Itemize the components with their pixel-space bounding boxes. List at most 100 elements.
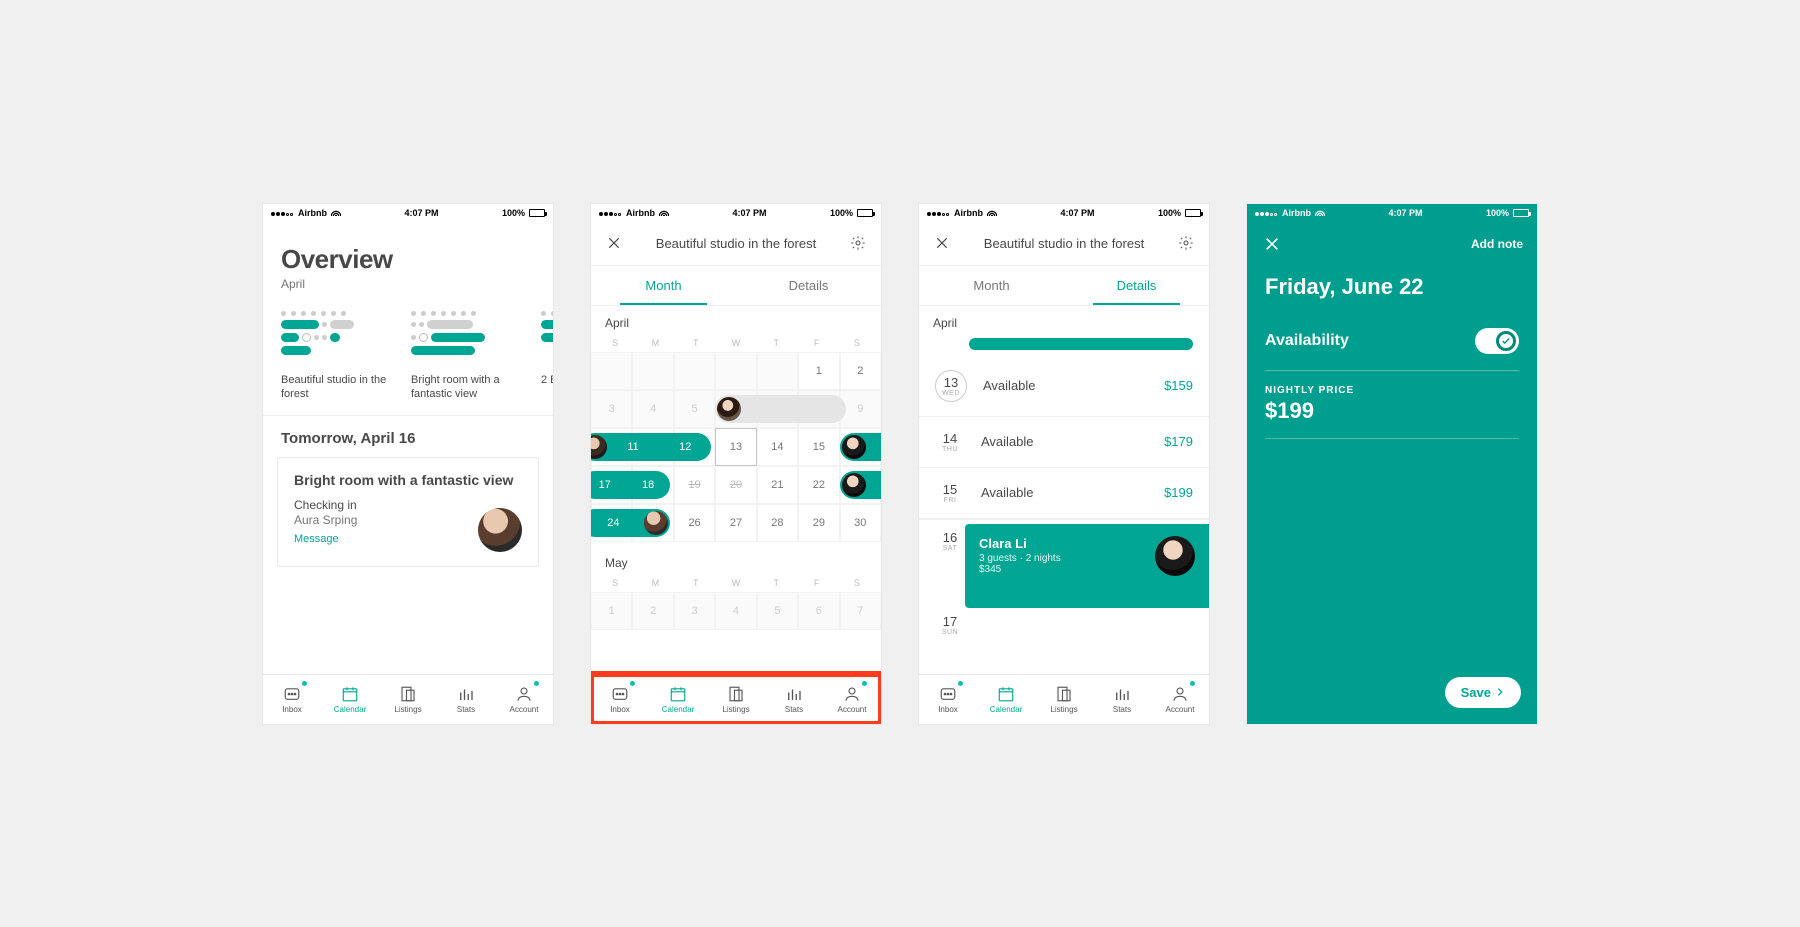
booking-pill[interactable]: 24 [591,509,670,537]
tab-details[interactable]: Details [736,266,881,305]
calendar-day[interactable] [591,352,632,390]
listings-overview-scroller[interactable]: Beautiful studio in the forest Bright ro… [263,295,553,402]
wifi-icon [1315,208,1325,218]
calendar-day[interactable]: 1 [798,352,839,390]
tab-inbox[interactable]: Inbox [919,675,977,724]
tab-listings[interactable]: Listings [1035,675,1093,724]
tab-listings[interactable]: Listings [707,675,765,724]
tab-month[interactable]: Month [591,266,736,305]
title-bar: Beautiful studio in the forest [919,222,1209,266]
listing-title: Beautiful studio in the forest [953,236,1175,251]
tab-details[interactable]: Details [1064,266,1209,305]
listing-name: 2 B co [541,373,553,387]
calendar-day[interactable]: 21 [757,466,798,504]
calendar-day[interactable]: 2 [840,352,881,390]
wifi-icon [987,208,997,218]
calendar-day[interactable] [715,352,756,390]
card-status: Checking in [294,498,522,512]
booking-pill[interactable] [840,471,881,499]
calendar-day[interactable]: 26 [674,504,715,542]
availability-label: Availability [1265,332,1349,350]
calendar-day[interactable]: 27 [715,504,756,542]
tab-stats[interactable]: Stats [437,675,495,724]
calendar-day[interactable]: 20 [715,466,756,504]
calendar-day[interactable] [632,352,673,390]
calendar-day[interactable]: 29 [798,504,839,542]
booking-pill[interactable] [840,433,881,461]
date-heading: Tomorrow, April 16 [263,416,553,457]
tab-stats[interactable]: Stats [765,675,823,724]
prior-booking-strip[interactable] [969,338,1193,350]
tab-calendar[interactable]: Calendar [321,675,379,724]
calendar-day[interactable]: 19 [674,466,715,504]
screen-calendar-month: Airbnb 4:07 PM 100% Beautiful studio in … [591,204,881,724]
view-tabs: Month Details [919,266,1209,306]
listing-name: Bright room with a fantastic view [411,373,519,402]
tab-listings[interactable]: Listings [379,675,437,724]
availability-row[interactable]: 15FRIAvailable$199 [919,468,1209,519]
tab-inbox[interactable]: Inbox [263,675,321,724]
calendar-day[interactable]: 15 [798,428,839,466]
card-listing-name: Bright room with a fantastic view [294,472,522,488]
battery-icon [529,209,545,217]
tab-bar: InboxCalendarListingsStatsAccount [263,674,553,724]
calendar-day[interactable]: 14 [757,428,798,466]
gear-icon[interactable] [847,232,869,254]
page-title: Overview [281,244,535,275]
calendar-day[interactable]: 5 [674,390,715,428]
calendar-day[interactable]: 22 [798,466,839,504]
status-bar: Airbnb 4:07 PM 100% [263,204,553,222]
tab-account[interactable]: Account [1151,675,1209,724]
listing-overview-card[interactable]: Bright room with a fantastic view [411,311,519,402]
close-icon[interactable] [603,232,625,254]
tab-month[interactable]: Month [919,266,1064,305]
close-icon[interactable] [931,232,953,254]
tab-calendar[interactable]: Calendar [649,675,707,724]
calendar-day[interactable]: 9 [840,390,881,428]
reservation-card[interactable]: Bright room with a fantastic view Checki… [277,457,539,567]
calendar-day[interactable]: 3 [591,390,632,428]
listing-name: Beautiful studio in the forest [281,373,389,402]
guest-avatar[interactable] [1155,536,1195,576]
availability-row[interactable]: 13WEDAvailable$159 [919,356,1209,417]
calendar-day[interactable] [674,352,715,390]
battery-pct: 100% [502,208,525,218]
price-section-label: NIGHTLY PRICE [1247,371,1537,398]
booking-pill[interactable]: 1112 [591,433,711,461]
status-bar: Airbnb 4:07 PM 100% [591,204,881,222]
add-note-button[interactable]: Add note [1471,237,1523,251]
listing-overview-card[interactable]: 2 B co [541,311,553,402]
title-bar: Beautiful studio in the forest [591,222,881,266]
guest-avatar[interactable] [478,508,522,552]
close-icon[interactable] [1261,233,1283,255]
tab-inbox[interactable]: Inbox [591,675,649,724]
status-bar: Airbnb 4:07 PM 100% [1247,204,1537,222]
calendar-day[interactable]: 28 [757,504,798,542]
tab-bar: InboxCalendarListingsStatsAccount [591,674,881,724]
calendar-day[interactable]: 13 [715,428,756,466]
carrier-label: Airbnb [298,208,327,218]
tab-account[interactable]: Account [495,675,553,724]
calendar-day[interactable]: 4 [632,390,673,428]
tab-account[interactable]: Account [823,675,881,724]
view-tabs: Month Details [591,266,881,306]
calendar-month-label: April [591,306,881,332]
nightly-price[interactable]: $199 [1247,398,1537,438]
availability-row[interactable]: 14THUAvailable$179 [919,417,1209,468]
screen-calendar-details: Airbnb 4:07 PM 100% Beautiful studio in … [919,204,1209,724]
day-of-week: SUN [935,629,965,636]
tab-calendar[interactable]: Calendar [977,675,1035,724]
booking-card[interactable]: Clara Li 3 guests · 2 nights $345 [965,524,1209,608]
booking-pill[interactable]: 1718 [591,471,670,499]
month-label: April [919,306,1209,330]
availability-toggle[interactable] [1475,328,1519,354]
tab-bar: InboxCalendarListingsStatsAccount [919,674,1209,724]
gear-icon[interactable] [1175,232,1197,254]
listing-overview-card[interactable]: Beautiful studio in the forest [281,311,389,402]
calendar-day[interactable] [757,352,798,390]
wifi-icon [331,208,341,218]
calendar-day[interactable]: 30 [840,504,881,542]
save-button[interactable]: Save [1445,677,1521,708]
booking-pill[interactable] [715,395,845,423]
tab-stats[interactable]: Stats [1093,675,1151,724]
